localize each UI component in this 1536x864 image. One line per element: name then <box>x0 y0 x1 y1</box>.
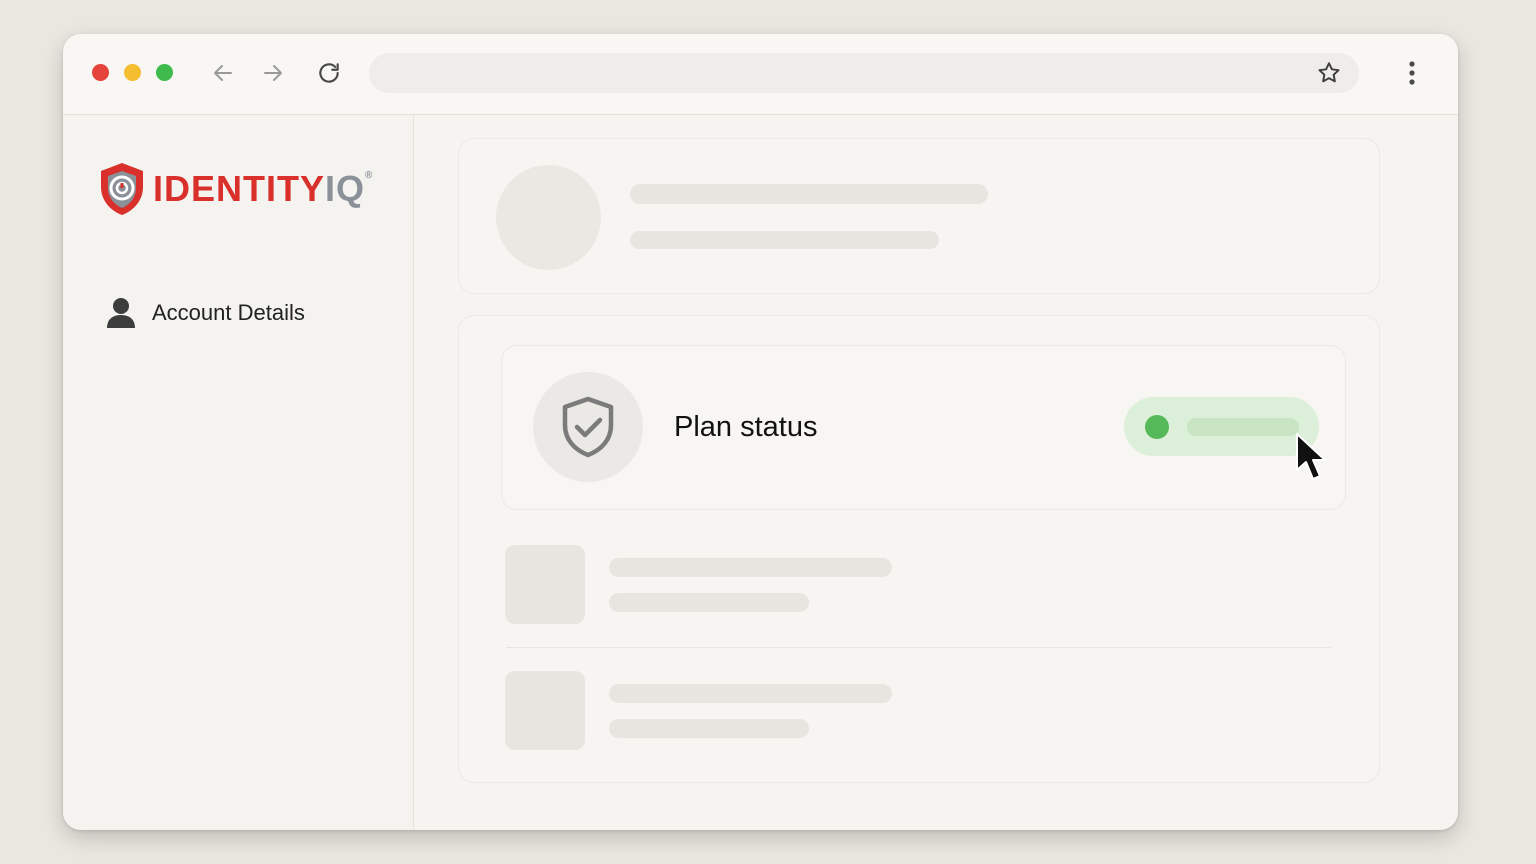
skeleton-line <box>609 593 809 612</box>
thumbnail-placeholder <box>505 671 585 750</box>
arrow-right-icon <box>264 65 282 81</box>
shield-logo-icon <box>101 163 143 215</box>
plan-status-label: Plan status <box>674 411 818 443</box>
skeleton-line <box>630 184 988 204</box>
maximize-window-button[interactable] <box>156 64 173 81</box>
browser-menu-button[interactable] <box>1398 58 1426 88</box>
avatar-placeholder <box>496 165 601 270</box>
skeleton-line <box>609 719 809 738</box>
profile-card-placeholder <box>458 138 1380 294</box>
more-vertical-icon <box>1409 61 1415 85</box>
thumbnail-placeholder <box>505 545 585 624</box>
sidebar-item-label: Account Details <box>152 300 305 325</box>
logo-text-identity: IDENTITY <box>153 168 326 209</box>
status-text-placeholder <box>1187 418 1299 436</box>
browser-window: IDENTITYIQ® Account Details Plan status <box>63 34 1458 830</box>
plan-status-badge[interactable] <box>1124 397 1319 456</box>
status-indicator-dot <box>1145 415 1169 439</box>
back-button[interactable] <box>208 58 238 88</box>
browser-toolbar <box>63 34 1458 115</box>
close-window-button[interactable] <box>92 64 109 81</box>
minimize-window-button[interactable] <box>124 64 141 81</box>
account-card: Plan status <box>458 315 1380 783</box>
user-icon <box>107 298 135 328</box>
skeleton-line <box>609 558 892 577</box>
arrow-left-icon <box>214 65 232 81</box>
logo-text: IDENTITYIQ® <box>153 171 373 207</box>
address-bar[interactable] <box>369 53 1359 93</box>
star-icon <box>1318 62 1340 83</box>
forward-button[interactable] <box>258 58 288 88</box>
sidebar-item-account-details[interactable]: Account Details <box>106 295 305 331</box>
reload-button[interactable] <box>314 58 344 88</box>
skeleton-line <box>609 684 892 703</box>
plan-status-row[interactable]: Plan status <box>501 345 1346 510</box>
logo-text-iq: IQ <box>325 168 366 209</box>
bookmark-button[interactable] <box>1315 59 1343 87</box>
logo-registered-mark: ® <box>365 170 374 181</box>
sidebar: IDENTITYIQ® Account Details <box>63 115 414 830</box>
row-divider <box>506 647 1331 648</box>
identityiq-logo[interactable]: IDENTITYIQ® <box>99 160 373 218</box>
mouse-cursor-icon <box>1296 433 1326 480</box>
shield-icon-container <box>533 372 643 482</box>
skeleton-line <box>630 231 939 249</box>
shield-check-icon <box>562 396 614 458</box>
reload-icon <box>319 63 339 83</box>
